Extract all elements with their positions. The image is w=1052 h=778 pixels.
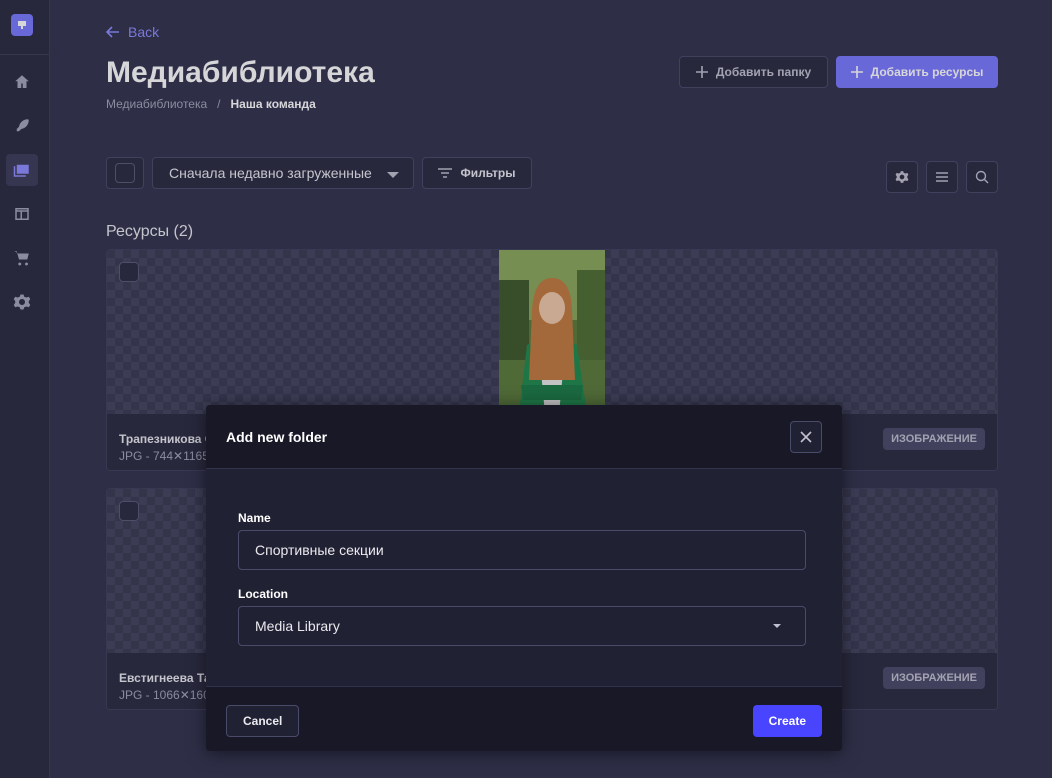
dialog-header: Add new folder	[206, 405, 842, 469]
close-icon	[800, 431, 812, 443]
create-label: Create	[768, 714, 806, 728]
name-label: Name	[238, 511, 271, 525]
create-button[interactable]: Create	[752, 705, 822, 737]
location-select[interactable]: Media Library	[238, 606, 806, 646]
name-input[interactable]	[238, 530, 806, 570]
chevron-down-icon	[773, 624, 781, 628]
location-select-value: Media Library	[255, 618, 340, 634]
close-button[interactable]	[790, 421, 822, 453]
cancel-label: Cancel	[243, 714, 283, 728]
add-folder-dialog: Add new folder Name Location Media Libra…	[206, 405, 842, 751]
dialog-title: Add new folder	[226, 429, 328, 445]
dialog-footer: Cancel Create	[206, 686, 842, 751]
location-label: Location	[238, 587, 288, 601]
cancel-button[interactable]: Cancel	[226, 705, 300, 737]
